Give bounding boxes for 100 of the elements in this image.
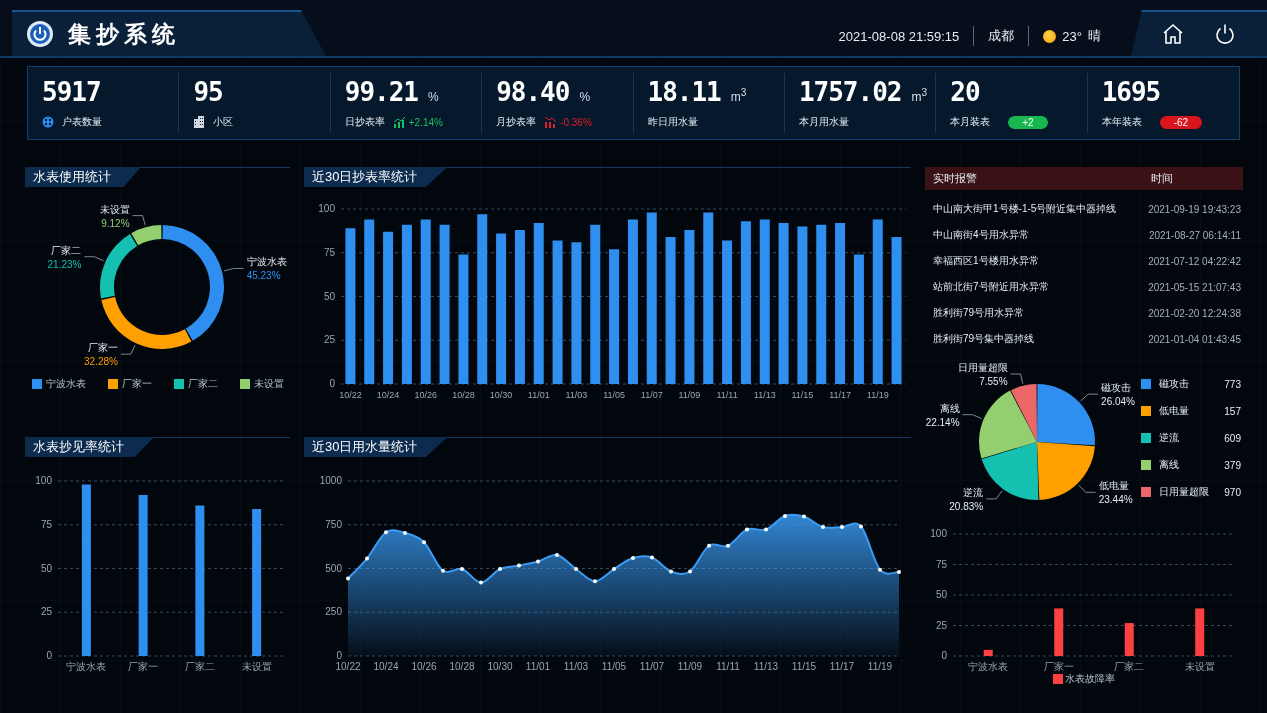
legend-label: 逆流: [1159, 431, 1180, 445]
axis-label: 11/17: [829, 390, 851, 400]
slice-label: 未设置: [99, 203, 130, 215]
slice-label: 逆流: [963, 486, 984, 498]
home-button[interactable]: [1161, 22, 1185, 46]
datetime: 2021-08-08 21:59:15: [838, 28, 960, 44]
kpi-value: 98.40: [496, 77, 570, 107]
axis-label: 宁波水表: [66, 661, 107, 672]
axis-label: 10/28: [452, 390, 475, 400]
axis-label: 11/09: [677, 661, 703, 672]
temperature: 23°: [1062, 28, 1082, 44]
kpi-value: 1757.02: [798, 77, 902, 107]
column-header: 实时报警: [933, 171, 977, 186]
alarm-text: 中山南街4号用水异常: [933, 228, 1029, 242]
change-value: -0.36%: [560, 116, 592, 128]
kpi-value: 95: [193, 77, 223, 107]
axis-label: 11/15: [791, 390, 814, 400]
dots-icon: [42, 116, 54, 128]
legend-value: 970: [1224, 486, 1241, 498]
bar: [1124, 623, 1134, 656]
axis-label: 11/11: [716, 390, 738, 400]
axis-label: 25: [323, 334, 335, 346]
legend-value: 609: [1224, 432, 1241, 444]
legend-label: 厂家一: [121, 377, 152, 391]
legend-label: 日用量超限: [1159, 485, 1210, 499]
axis-label: 11/03: [563, 661, 589, 672]
axis-label: 10/24: [373, 661, 399, 672]
axis-label: 25: [40, 606, 52, 618]
leader-line: [223, 268, 245, 272]
kpi-value: 5917: [42, 77, 101, 107]
slice-percent: 7.55%: [979, 375, 1008, 387]
slice-label: 日用量超限: [957, 361, 1008, 373]
slice-percent: 23.44%: [1098, 494, 1133, 506]
kpi-label: 昨日用水量: [647, 115, 698, 129]
axis-label: 50: [40, 562, 52, 574]
axis-label: 100: [318, 203, 335, 214]
axis-label: 未设置: [1184, 661, 1215, 672]
kpi-value: 99.21: [344, 77, 419, 107]
axis-label: 0: [336, 650, 342, 661]
axis-label: 11/07: [640, 390, 663, 400]
leader-line: [1010, 373, 1024, 385]
axis-label: 10/28: [449, 661, 475, 672]
legend-value: 379: [1224, 459, 1241, 471]
bars-up-icon: [392, 116, 406, 128]
weather-text: 晴: [1088, 27, 1101, 45]
column-header: 时间: [1151, 171, 1173, 186]
bar: [1054, 608, 1064, 656]
axis-label: 250: [325, 606, 342, 618]
axis-label: 11/07: [639, 661, 665, 672]
kpi-unit: m$^{3}$: [911, 87, 927, 104]
legend-label: 离线: [1159, 458, 1180, 472]
alarm-time: 2021-08-27 06:14:11: [1148, 229, 1241, 241]
alarm-text: 站前北街7号附近用水异常: [933, 280, 1049, 294]
alarm-text: 中山南大街甲1号楼-1-5号附近集中器掉线: [933, 202, 1117, 216]
axis-label: 厂家一: [128, 661, 159, 672]
slice-label: 低电量: [1098, 480, 1129, 492]
axis-label: 11/03: [565, 390, 588, 400]
panel-title: 近30日用水量统计: [304, 437, 448, 457]
legend-label: 水表故障率: [1065, 672, 1115, 686]
axis-label: 75: [40, 518, 52, 530]
change-value: +2.14%: [408, 116, 443, 128]
alarm-time: 2021-02-20 12:24:38: [1148, 307, 1241, 319]
slice-percent: 9.12%: [101, 217, 130, 229]
axis-label: 11/05: [601, 661, 627, 672]
building-icon: [193, 116, 206, 128]
slice-label: 厂家二: [51, 244, 82, 256]
axis-label: 75: [323, 246, 335, 258]
slice-label: 宁波水表: [246, 256, 287, 268]
leader-line: [985, 490, 1003, 500]
app-title: 集抄系统: [68, 19, 180, 49]
axis-label: 厂家一: [1043, 661, 1074, 672]
legend-value: 157: [1224, 405, 1241, 417]
axis-label: 500: [325, 562, 342, 574]
axis-label: 11/15: [791, 661, 817, 672]
kpi-label: 本月用水量: [798, 115, 849, 129]
legend-label: 低电量: [1159, 404, 1190, 418]
alarm-time: 2021-09-19 19:43:23: [1148, 203, 1241, 215]
panel-title: 水表抄见率统计: [25, 437, 154, 457]
axis-label: 宁波水表: [968, 661, 1009, 672]
panel-title: 水表使用统计: [25, 167, 141, 187]
axis-label: 11/13: [753, 390, 776, 400]
legend-label: 磁攻击: [1159, 377, 1190, 391]
axis-label: 10/26: [414, 390, 437, 400]
alarm-text: 胜利街79号集中器掉线: [933, 332, 1035, 346]
change-badge: -62: [1159, 115, 1203, 129]
alarm-time: 2021-07-12 04:22:42: [1148, 255, 1241, 267]
slice-percent: 21.23%: [47, 258, 82, 270]
axis-label: 11/13: [753, 661, 779, 672]
axis-label: 11/19: [867, 661, 893, 672]
kpi-label: 日抄表率: [344, 115, 385, 129]
leader-line: [84, 256, 104, 262]
legend-value: 773: [1224, 378, 1241, 390]
axis-label: 10/26: [411, 661, 437, 672]
axis-label: 11/05: [603, 390, 625, 400]
kpi-value: 20: [950, 77, 980, 107]
alarm-text: 幸福西区1号楼用水异常: [933, 254, 1039, 268]
axis-label: 10/22: [339, 390, 362, 400]
legend-label: 未设置: [253, 377, 284, 391]
axis-label: 50: [935, 589, 947, 600]
power-button[interactable]: [1213, 22, 1237, 46]
